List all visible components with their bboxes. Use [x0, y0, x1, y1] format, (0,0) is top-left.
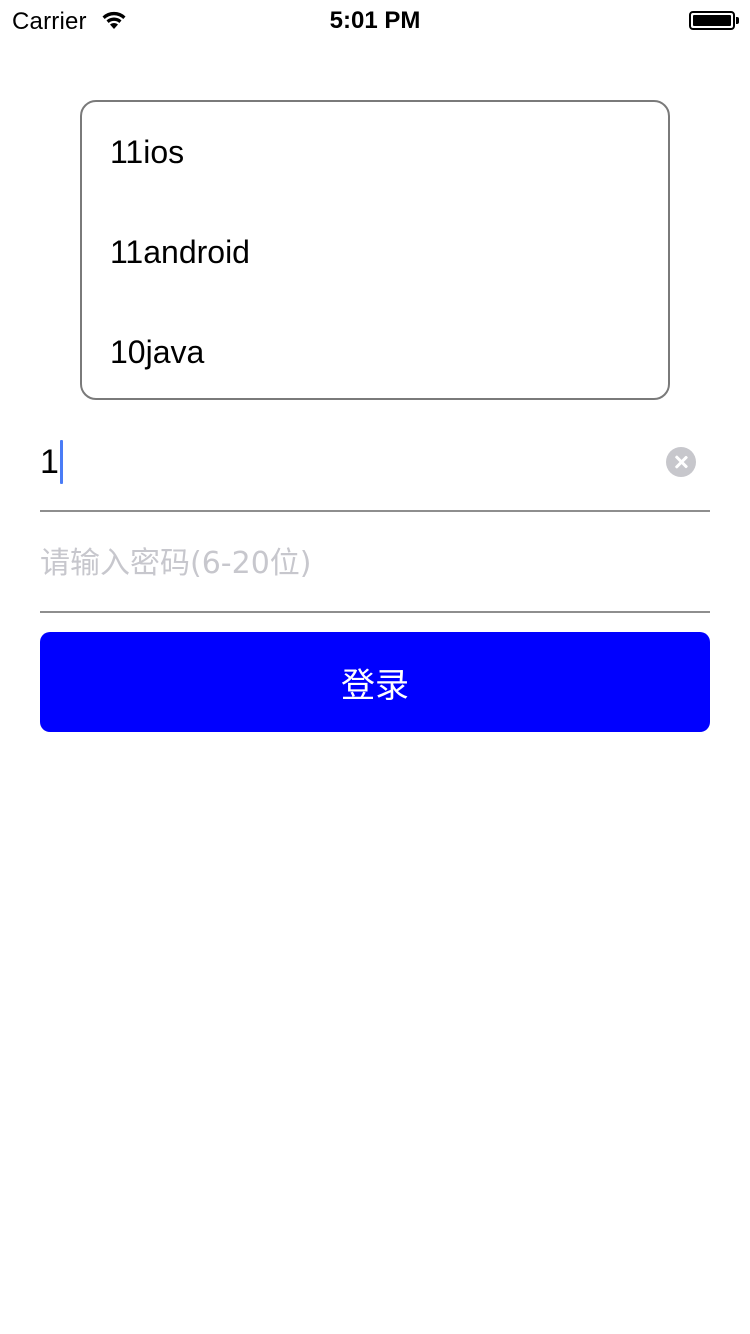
account-suggestion-list: 11ios 11android 10java: [80, 100, 670, 400]
status-time: 5:01 PM: [329, 7, 421, 34]
password-input[interactable]: [40, 539, 640, 587]
battery-icon: [689, 11, 739, 30]
password-field[interactable]: [40, 513, 710, 613]
login-button[interactable]: 登录: [40, 632, 710, 732]
account-input[interactable]: 1: [40, 440, 63, 484]
suggestion-item[interactable]: 11ios: [82, 102, 668, 202]
text-cursor: [59, 440, 63, 484]
clear-icon[interactable]: [666, 447, 696, 477]
status-bar: Carrier 5:01 PM: [0, 0, 750, 40]
suggestion-item[interactable]: 10java: [82, 302, 668, 398]
account-field[interactable]: 1: [40, 412, 710, 512]
suggestion-item[interactable]: 11android: [82, 202, 668, 302]
account-input-value: 1: [40, 442, 59, 481]
